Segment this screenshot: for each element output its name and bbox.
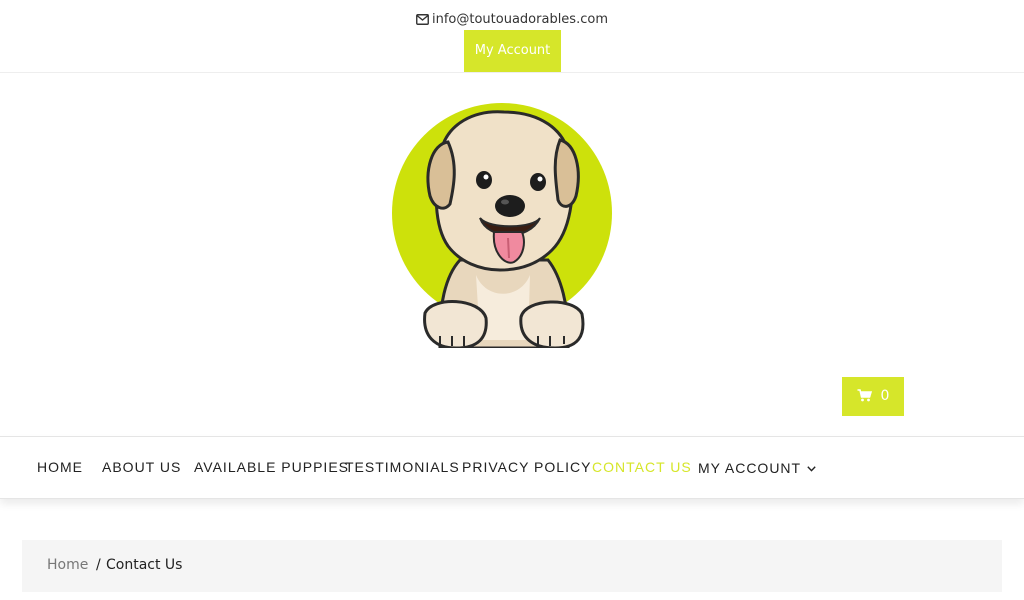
envelope-icon	[416, 13, 429, 31]
top-bar: info@toutouadorables.com My Account	[0, 0, 1024, 73]
breadcrumb: Home / Contact Us	[22, 540, 1002, 592]
cart-button[interactable]: 0	[842, 377, 904, 416]
breadcrumb-separator: /	[96, 557, 101, 573]
chevron-down-icon	[807, 437, 816, 498]
breadcrumb-current: Contact Us	[106, 557, 183, 573]
email-text: info@toutouadorables.com	[432, 12, 608, 27]
nav-item-home[interactable]: HOME	[37, 437, 83, 498]
main-nav: HOME ABOUT US AVAILABLE PUPPIES TESTIMON…	[0, 436, 1024, 499]
my-account-button[interactable]: My Account	[464, 30, 561, 72]
nav-item-testimonials[interactable]: TESTIMONIALS	[345, 437, 460, 498]
nav-item-available-puppies[interactable]: AVAILABLE PUPPIES	[194, 437, 349, 498]
cart-icon	[857, 379, 872, 418]
cart-count: 0	[880, 388, 890, 404]
nav-item-contact-us[interactable]: CONTACT US	[592, 437, 692, 498]
puppy-logo[interactable]	[388, 100, 616, 350]
breadcrumb-home-link[interactable]: Home	[47, 540, 88, 590]
nav-item-my-account[interactable]: MY ACCOUNT	[698, 437, 816, 498]
nav-item-privacy-policy[interactable]: PRIVACY POLICY	[462, 437, 591, 498]
contact-email[interactable]: info@toutouadorables.com	[0, 11, 1024, 31]
nav-item-my-account-label: MY ACCOUNT	[698, 460, 802, 476]
nav-item-about-us[interactable]: ABOUT US	[102, 437, 181, 498]
